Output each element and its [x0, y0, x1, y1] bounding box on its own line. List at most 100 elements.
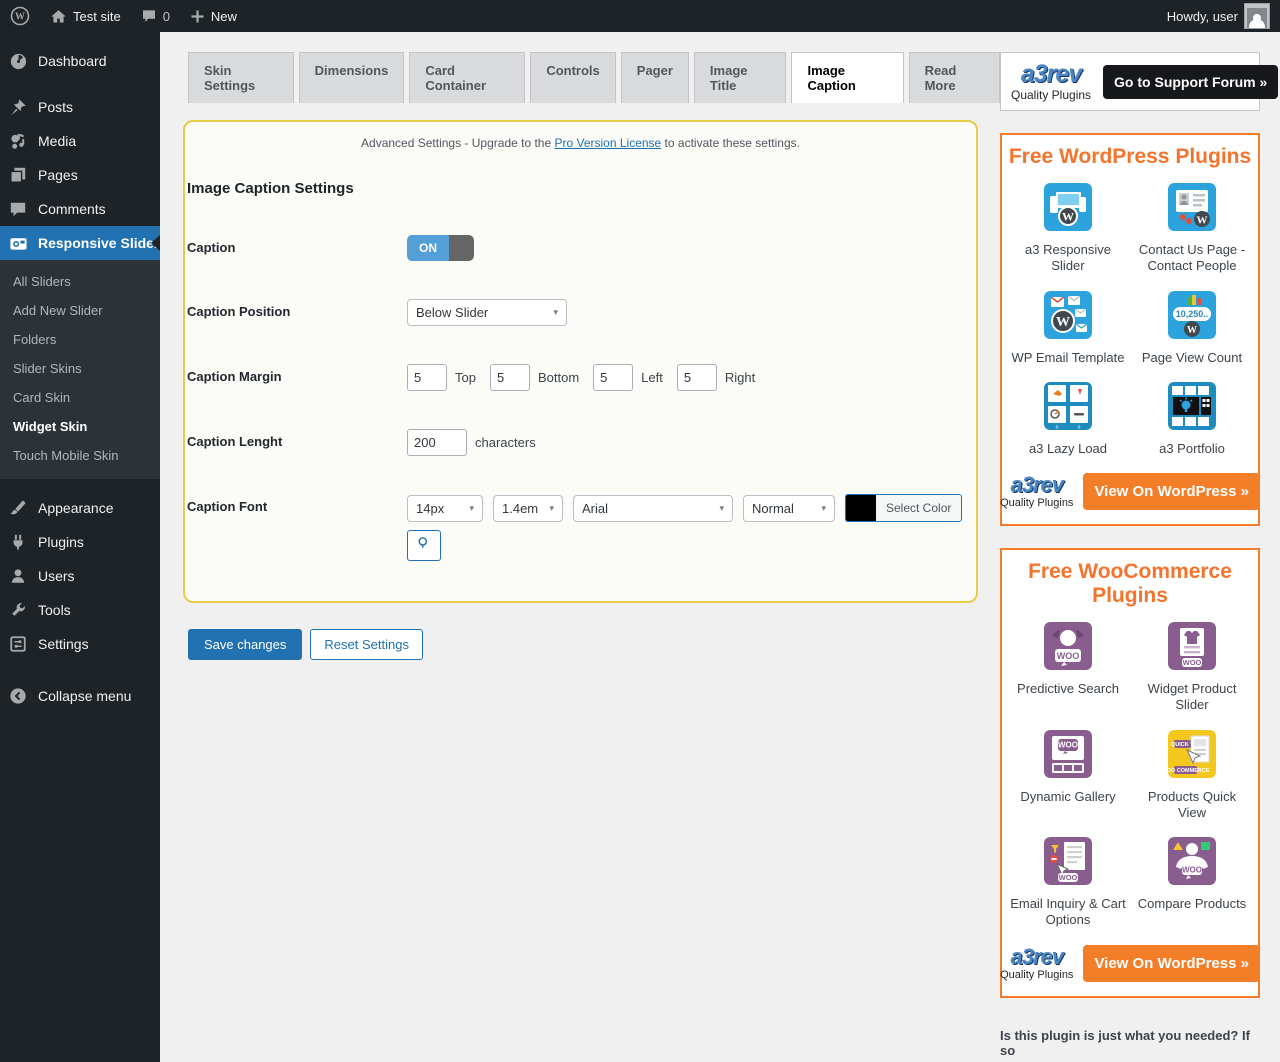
- support-forum-box: a3rev Quality Plugins Go to Support Foru…: [1000, 52, 1279, 111]
- line-height-select[interactable]: 1.4em ▾: [493, 494, 563, 522]
- plugin-a3-responsive-slider[interactable]: W a3 Responsive Slider: [1008, 183, 1128, 275]
- sidebar-item-label: Users: [38, 568, 75, 584]
- margin-right-input[interactable]: [676, 364, 717, 391]
- plugin-name: Compare Products: [1137, 896, 1247, 911]
- plugin-compare-products[interactable]: WOO Compare Products: [1132, 837, 1252, 929]
- go-to-support-forum-button[interactable]: Go to Support Forum »: [1103, 64, 1279, 99]
- admin-bar-my-account[interactable]: Howdy, user: [1157, 0, 1280, 32]
- sidebar-item-comments[interactable]: Comments: [0, 192, 160, 226]
- sidebar-item-posts[interactable]: Posts: [0, 90, 160, 124]
- select-color-button: Select Color: [876, 495, 962, 521]
- a3rev-logo-text: a3rev: [1010, 943, 1064, 969]
- font-preview-button[interactable]: [407, 530, 441, 561]
- reset-settings-button[interactable]: Reset Settings: [310, 629, 423, 660]
- plugin-name: Page View Count: [1141, 349, 1243, 365]
- collapse-arrow-icon: [8, 686, 28, 706]
- submenu-touch-mobile-skin[interactable]: Touch Mobile Skin: [0, 441, 160, 470]
- sidebar-item-settings[interactable]: Settings: [0, 627, 160, 661]
- sidebar-item-pages[interactable]: Pages: [0, 158, 160, 192]
- view-on-wordpress-button[interactable]: View On WordPress »: [1083, 473, 1260, 510]
- a3rev-logo-tagline: Quality Plugins: [1000, 497, 1074, 509]
- submenu-widget-skin[interactable]: Widget Skin: [0, 412, 160, 441]
- margin-bottom-input[interactable]: [489, 364, 530, 391]
- rating-intro-text: Is this plugin is just what you needed? …: [1000, 1027, 1250, 1058]
- plugin-name: Predictive Search: [1017, 681, 1119, 696]
- select-arrow-icon: ▾: [469, 502, 474, 513]
- caption-font-label: Caption Font: [187, 499, 268, 514]
- contact-us-plugin-icon: W: [1168, 183, 1216, 236]
- submenu-slider-skins[interactable]: Slider Skins: [0, 354, 160, 383]
- font-size-value: 14px: [416, 500, 445, 516]
- caption-length-input[interactable]: [407, 429, 467, 456]
- tab-image-caption[interactable]: Image Caption: [791, 52, 904, 103]
- sidebar-item-label: Plugins: [38, 534, 84, 550]
- sidebar-item-media[interactable]: Media: [0, 124, 160, 158]
- image-caption-settings-panel: Advanced Settings - Upgrade to the Pro V…: [183, 120, 978, 603]
- plugin-email-inquiry-cart-options[interactable]: WOO Email Inquiry & Cart Options: [1008, 837, 1128, 929]
- sidebar-item-appearance[interactable]: Appearance: [0, 491, 160, 525]
- view-on-wordpress-button[interactable]: View On WordPress »: [1083, 944, 1260, 982]
- plugin-widget-product-slider[interactable]: WOO Widget Product Slider: [1132, 622, 1252, 714]
- submenu-all-sliders[interactable]: All Sliders: [0, 267, 160, 296]
- tab-skin-settings[interactable]: Skin Settings: [188, 52, 294, 103]
- sidebar-item-label: Responsive Slider: [38, 235, 160, 251]
- menu-separator: [0, 479, 160, 491]
- sidebar-item-dashboard[interactable]: Dashboard: [0, 44, 160, 78]
- font-weight-value: Normal: [752, 500, 794, 516]
- tab-read-more[interactable]: Read More: [908, 52, 1000, 103]
- new-label: New: [210, 8, 237, 24]
- admin-bar-new[interactable]: New: [180, 0, 247, 32]
- font-family-select[interactable]: Arial ▾: [573, 494, 733, 522]
- woo-plugins-title: Free WooCommerce Plugins: [1028, 560, 1232, 607]
- a3rev-logo: a3rev Quality Plugins: [1000, 474, 1073, 509]
- tab-pager[interactable]: Pager: [620, 52, 689, 103]
- wp-plugins-grid: W a3 Responsive Slider W Contact Us Page…: [1008, 183, 1252, 457]
- a3rev-logo: a3rev Quality Plugins: [1000, 943, 1073, 981]
- admin-bar-site-name[interactable]: Test site: [40, 0, 131, 32]
- svg-text:WOO: WOO: [1183, 658, 1202, 667]
- submenu-card-skin[interactable]: Card Skin: [0, 383, 160, 412]
- sidebar-item-tools[interactable]: Tools: [0, 593, 160, 627]
- tab-card-container[interactable]: Card Container: [409, 52, 526, 103]
- font-color-picker[interactable]: Select Color: [845, 494, 963, 522]
- submenu-add-new-slider[interactable]: Add New Slider: [0, 296, 160, 325]
- media-icon: [8, 131, 28, 151]
- font-size-select[interactable]: 14px ▾: [407, 494, 483, 522]
- margin-top-input[interactable]: [407, 364, 447, 391]
- collapse-menu-button[interactable]: Collapse menu: [0, 679, 160, 713]
- tab-dimensions[interactable]: Dimensions: [298, 52, 405, 103]
- admin-sidebar: Dashboard Posts Media Pages Comments Res…: [0, 32, 160, 1062]
- plugin-dynamic-gallery[interactable]: WOO Dynamic Gallery: [1008, 729, 1128, 822]
- wp-logo-menu[interactable]: W: [0, 0, 40, 32]
- plugin-predictive-search[interactable]: WOO Predictive Search: [1008, 622, 1128, 714]
- save-changes-button[interactable]: Save changes: [188, 629, 303, 660]
- plugin-page-view-count[interactable]: 10,250.. W Page View Count: [1132, 290, 1252, 366]
- plugin-name: Dynamic Gallery: [1020, 788, 1116, 804]
- a3rev-logo: a3rev Quality Plugins: [1011, 62, 1091, 102]
- caption-position-select[interactable]: Below Slider ▾: [407, 299, 567, 326]
- sidebar-item-plugins[interactable]: Plugins: [0, 525, 160, 559]
- dashboard-icon: [8, 51, 28, 71]
- font-weight-select[interactable]: Normal ▾: [743, 494, 835, 522]
- plugin-a3-lazy-load[interactable]: oo a3 Lazy Load: [1008, 381, 1128, 457]
- plugin-products-quick-view[interactable]: QUICK V WOO COMMERCE Products Quick View: [1132, 729, 1252, 822]
- svg-text:W: W: [1056, 315, 1070, 330]
- submenu-folders[interactable]: Folders: [0, 325, 160, 354]
- plugin-name: a3 Responsive Slider: [1025, 242, 1111, 274]
- sidebar-item-users[interactable]: Users: [0, 559, 160, 593]
- tab-controls[interactable]: Controls: [530, 52, 616, 103]
- tab-image-title[interactable]: Image Title: [693, 52, 787, 103]
- plugin-a3-portfolio[interactable]: a3 Portfolio: [1132, 381, 1252, 457]
- notice-text: Advanced Settings - Upgrade to the: [361, 136, 555, 150]
- margin-left-input[interactable]: [593, 364, 634, 391]
- plugin-contact-us-page[interactable]: W Contact Us Page - Contact People: [1132, 183, 1252, 275]
- caption-toggle[interactable]: ON: [407, 235, 474, 261]
- sidebar-item-responsive-slider[interactable]: Responsive Slider: [0, 226, 160, 260]
- admin-bar-comments[interactable]: 0: [131, 0, 180, 32]
- a3rev-logo-text: a3rev: [1010, 472, 1064, 497]
- plugin-wp-email-template[interactable]: W WP Email Template: [1008, 290, 1128, 366]
- wp-box-footer: a3rev Quality Plugins View On WordPress …: [1000, 473, 1260, 510]
- svg-text:10,250..: 10,250..: [1176, 309, 1209, 319]
- email-inquiry-plugin-icon: WOO: [1044, 837, 1092, 890]
- pro-version-license-link[interactable]: Pro Version License: [554, 136, 661, 150]
